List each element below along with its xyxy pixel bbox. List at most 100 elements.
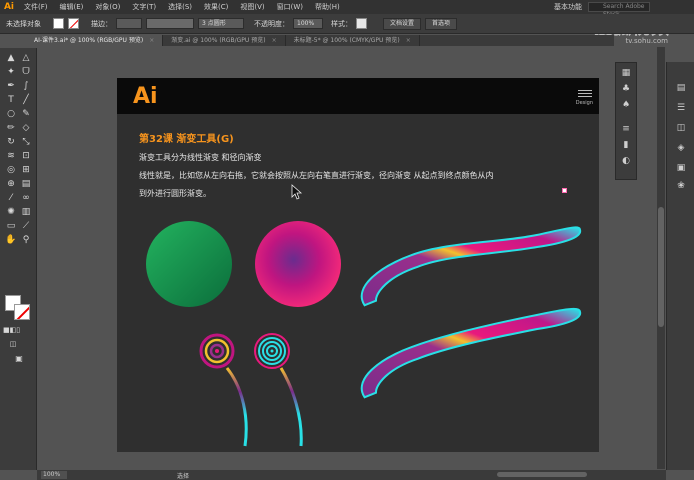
stroke-weight-field[interactable]: [116, 18, 142, 29]
curvature-tool-icon[interactable]: ∫: [19, 80, 33, 93]
selection-status: 未选择对象: [6, 19, 41, 28]
menu-bar: Ai 文件(F) 编辑(E) 对象(O) 文字(T) 选择(S) 效果(C) 视…: [0, 0, 694, 18]
screen-mode-icon[interactable]: ▣: [12, 352, 26, 365]
opacity-label: 不透明度：: [254, 19, 289, 28]
slice-tool-icon[interactable]: ⟋: [19, 220, 33, 233]
graph-tool-icon[interactable]: ▥: [19, 206, 33, 219]
zoom-level-select[interactable]: 100%: [41, 471, 67, 479]
menu-file[interactable]: 文件(F): [18, 2, 54, 12]
pen-tool-icon[interactable]: ✒: [4, 80, 18, 93]
close-icon[interactable]: ×: [406, 37, 411, 44]
eraser-icon[interactable]: ◇: [19, 122, 33, 135]
spiral-lollipop-2: [254, 333, 303, 447]
layers-panel-icon[interactable]: ◈: [674, 142, 688, 154]
paintbrush-icon[interactable]: ✎: [19, 108, 33, 121]
current-tool-status: 选择: [177, 472, 190, 480]
panel-dock-right: ▤ ☰ ◫ ◈ ▣ ❀: [666, 62, 694, 470]
tab-gradient[interactable]: 渐变.ai @ 100% (RGB/GPU 预览) ×: [163, 35, 286, 46]
menu-object[interactable]: 对象(O): [89, 2, 126, 12]
style-label: 样式：: [331, 19, 352, 28]
radial-gradient-circle: [255, 221, 341, 307]
scale-tool-icon[interactable]: ⤡: [19, 136, 33, 149]
scroll-thumb[interactable]: [658, 207, 664, 327]
libraries-panel-icon[interactable]: ☰: [674, 102, 688, 114]
menu-help[interactable]: 帮助(H): [309, 2, 346, 12]
draw-mode-icon[interactable]: ◫: [6, 338, 20, 351]
stroke-panel-icon[interactable]: ≡: [619, 123, 633, 135]
variable-width-field[interactable]: [146, 18, 194, 29]
selection-tool-icon[interactable]: ▲: [4, 52, 18, 65]
artboard-tool-icon[interactable]: ▭: [4, 220, 18, 233]
workspace-switcher[interactable]: 基本功能: [548, 2, 588, 12]
blend-tool-icon[interactable]: ∞: [19, 192, 33, 205]
mesh-tool-icon[interactable]: ⊕: [4, 178, 18, 191]
tab-label: AI-课件3.ai* @ 100% (RGB/GPU 预览): [34, 37, 144, 44]
transform-panel-icon[interactable]: ▦: [619, 67, 633, 79]
status-bar: 100% 选择: [37, 470, 666, 480]
gradient-artwork: [146, 221, 582, 447]
rotate-tool-icon[interactable]: ↻: [4, 136, 18, 149]
spiral-lollipop-1: [199, 333, 248, 447]
stroke-color-icon[interactable]: [14, 304, 30, 320]
gradient-panel-icon[interactable]: ▮: [619, 139, 633, 151]
line-tool-icon[interactable]: ╱: [19, 94, 33, 107]
ellipse-tool-icon[interactable]: ○: [4, 108, 18, 121]
panel-dock-collapsed: ▦ ♣ ♠ ≡ ▮ ◐: [615, 62, 637, 180]
illustrator-window: Ai 文件(F) 编辑(E) 对象(O) 文字(T) 选择(S) 效果(C) 视…: [0, 0, 694, 480]
doc-setup-button[interactable]: 文档设置: [383, 17, 422, 30]
menu-view[interactable]: 视图(V): [234, 2, 270, 12]
tab-label: 渐变.ai @ 100% (RGB/GPU 预览): [171, 37, 266, 44]
document-tabs: AI-课件3.ai* @ 100% (RGB/GPU 预览) × 渐变.ai @ …: [26, 35, 614, 46]
menu-select[interactable]: 选择(S): [162, 2, 198, 12]
control-bar: 未选择对象 描边： 3 点圆形 不透明度： 100% 样式： 文档设置 首选项: [0, 14, 694, 34]
color-mode-icon[interactable]: ■◧▯: [3, 324, 20, 337]
width-tool-icon[interactable]: ≋: [4, 150, 18, 163]
artboards-panel-icon[interactable]: ▣: [674, 162, 688, 174]
vertical-scrollbar[interactable]: [657, 47, 665, 469]
pencil-icon[interactable]: ✏: [4, 122, 18, 135]
anchor-point-indicator: [562, 188, 567, 193]
symbol-sprayer-icon[interactable]: ✺: [4, 206, 18, 219]
brush-point-select[interactable]: 3 点圆形: [198, 18, 244, 29]
color-panel-icon[interactable]: ◫: [674, 122, 688, 134]
preferences-button[interactable]: 首选项: [425, 17, 458, 30]
menu-window[interactable]: 窗口(W): [271, 2, 309, 12]
artboard[interactable]: Ai Design 第32课 渐变工具(G) 渐变工具分为线性渐变 和径向渐变 …: [117, 78, 599, 452]
transparency-panel-icon[interactable]: ◐: [619, 155, 633, 167]
fill-swatch[interactable]: [53, 18, 64, 29]
type-tool-icon[interactable]: T: [4, 94, 18, 107]
mouse-cursor-icon: [291, 184, 303, 200]
free-transform-icon[interactable]: ⊡: [19, 150, 33, 163]
align-panel-icon[interactable]: ♣: [619, 83, 633, 95]
direct-selection-icon[interactable]: △: [19, 52, 33, 65]
gradient-tool-icon[interactable]: ▤: [19, 178, 33, 191]
menu-edit[interactable]: 编辑(E): [54, 2, 90, 12]
tab-label: 未标题-5* @ 100% (CMYK/GPU 预览): [293, 37, 400, 44]
menu-right: 基本功能 Search Adobe Stock: [548, 0, 694, 18]
shape-builder-icon[interactable]: ◎: [4, 164, 18, 177]
stroke-label: 描边：: [91, 19, 112, 28]
symbols-panel-icon[interactable]: ♠: [619, 99, 633, 111]
hand-tool-icon[interactable]: ✋: [4, 234, 18, 247]
horizontal-scroll-thumb[interactable]: [497, 472, 587, 477]
eyedropper-icon[interactable]: ⁄: [4, 192, 18, 205]
opacity-field[interactable]: 100%: [293, 18, 323, 29]
app-logo: Ai: [3, 2, 15, 12]
swatches-panel-icon[interactable]: ❀: [674, 180, 688, 192]
stock-search-input[interactable]: Search Adobe Stock: [588, 2, 650, 18]
menu-type[interactable]: 文字(T): [126, 2, 162, 12]
perspective-grid-icon[interactable]: ⊞: [19, 164, 33, 177]
tab-ai-course3[interactable]: AI-课件3.ai* @ 100% (RGB/GPU 预览) ×: [26, 35, 164, 46]
gradient-brush-stroke-1: [362, 228, 580, 304]
menu-effect[interactable]: 效果(C): [198, 2, 234, 12]
properties-panel-icon[interactable]: ▤: [674, 82, 688, 94]
sohu-url: tv.sohu.com: [625, 37, 668, 45]
graphic-style-swatch[interactable]: [356, 18, 367, 29]
close-icon[interactable]: ×: [149, 37, 154, 44]
lasso-icon[interactable]: ᗜ: [19, 66, 33, 79]
magic-wand-icon[interactable]: ✦: [4, 66, 18, 79]
close-icon[interactable]: ×: [272, 37, 277, 44]
zoom-tool-icon[interactable]: ⚲: [19, 234, 33, 247]
tab-untitled5[interactable]: 未标题-5* @ 100% (CMYK/GPU 预览) ×: [286, 35, 420, 46]
stroke-swatch[interactable]: [68, 18, 79, 29]
